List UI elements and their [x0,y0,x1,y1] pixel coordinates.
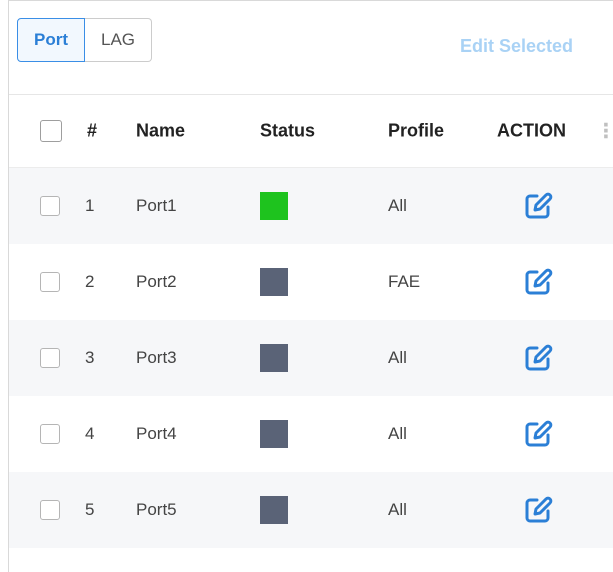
row-index: 4 [85,424,95,443]
row-index: 2 [85,272,95,291]
status-indicator [260,268,288,296]
panel-top-border [8,0,613,1]
row-profile: All [388,500,407,519]
table-row: 2 Port2 FAE [9,244,613,320]
row-index: 3 [85,348,95,367]
port-lag-toggle: Port LAG [17,18,153,62]
row-profile: FAE [388,272,421,291]
row-profile: All [388,424,407,443]
column-menu-icon[interactable]: ⋮ [596,119,613,144]
column-header-status: Status [260,120,316,141]
row-checkbox[interactable] [40,196,60,216]
row-port-name: Port5 [136,500,177,519]
edit-icon[interactable] [523,343,553,373]
table-header-row: # Name Status Profile ACTION ⋮ [9,94,613,168]
row-checkbox[interactable] [40,348,60,368]
row-port-name: Port4 [136,424,177,443]
column-header-name: Name [136,120,186,141]
select-all-checkbox[interactable] [40,120,62,142]
status-indicator [260,192,288,220]
edit-icon[interactable] [523,419,553,449]
ports-table: # Name Status Profile ACTION ⋮ 1 Port1 A… [9,94,613,548]
edit-selected-button[interactable]: Edit Selected [460,36,573,57]
edit-icon[interactable] [523,267,553,297]
column-header-action: ACTION [497,120,566,141]
row-profile: All [388,348,407,367]
row-port-name: Port3 [136,348,177,367]
edit-icon[interactable] [523,495,553,525]
status-indicator [260,496,288,524]
tab-port[interactable]: Port [17,18,85,62]
status-indicator [260,344,288,372]
table-body: 1 Port1 All 2 Port2 FAE 3 Port3 All 4 Po… [9,168,613,548]
table-row: 4 Port4 All [9,396,613,472]
table-row: 3 Port3 All [9,320,613,396]
edit-icon[interactable] [523,191,553,221]
row-index: 5 [85,500,95,519]
row-index: 1 [85,196,95,215]
row-port-name: Port1 [136,196,177,215]
row-profile: All [388,196,407,215]
row-checkbox[interactable] [40,500,60,520]
status-indicator [260,420,288,448]
column-header-index: # [87,120,98,141]
column-header-profile: Profile [388,120,445,141]
row-checkbox[interactable] [40,272,60,292]
row-port-name: Port2 [136,272,177,291]
table-row: 5 Port5 All [9,472,613,548]
table-row: 1 Port1 All [9,168,613,244]
tab-lag[interactable]: LAG [85,18,153,62]
row-checkbox[interactable] [40,424,60,444]
